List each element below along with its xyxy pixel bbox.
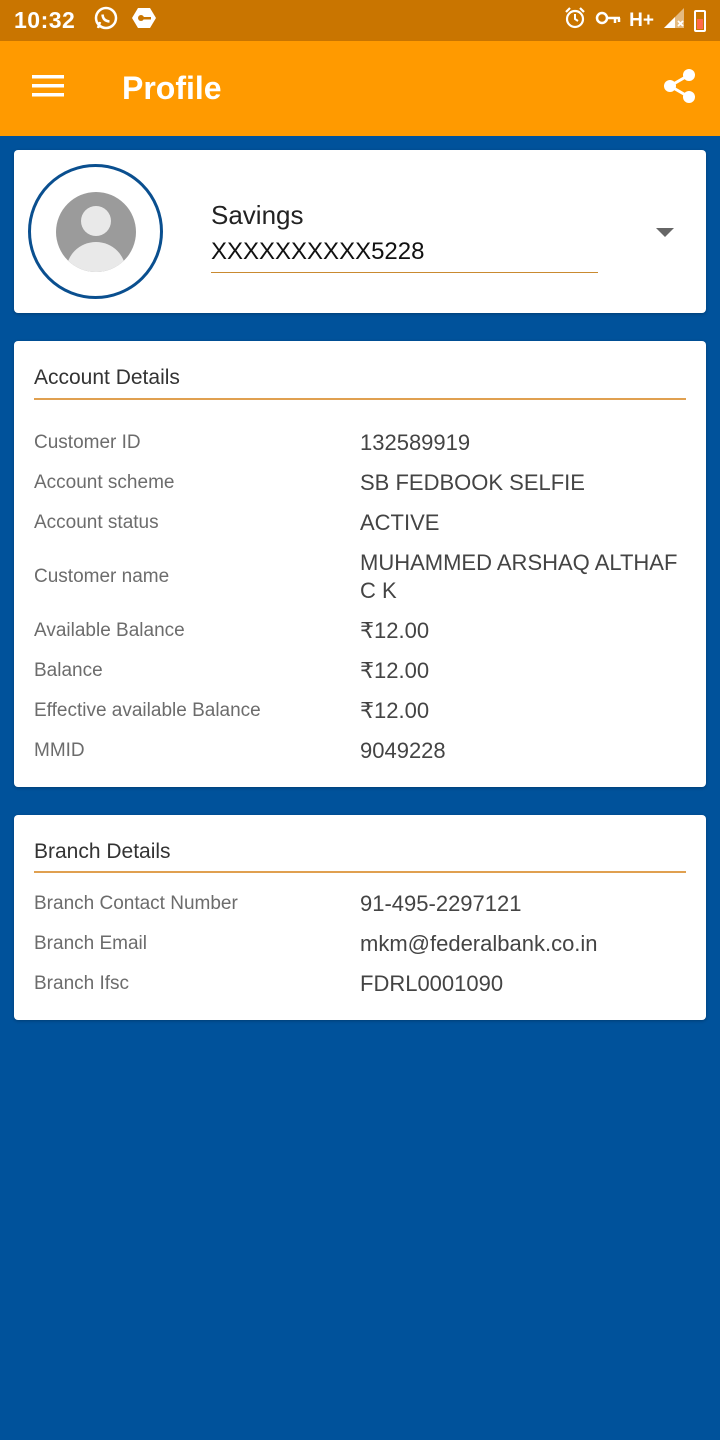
branch-contact-label: Branch Contact Number bbox=[34, 893, 238, 914]
status-time: 10:32 bbox=[14, 7, 76, 33]
effective-balance-label: Effective available Balance bbox=[34, 700, 261, 721]
branch-details-card: Branch Details Branch Contact Number 91-… bbox=[14, 815, 706, 1020]
account-status-value: ACTIVE bbox=[360, 510, 440, 535]
status-right-icons: H+ bbox=[563, 6, 706, 35]
vpn-key-icon bbox=[131, 5, 157, 36]
branch-email-value: mkm@federalbank.co.in bbox=[360, 931, 598, 956]
customer-name-label: Customer name bbox=[34, 566, 170, 587]
hamburger-menu-icon bbox=[31, 73, 65, 104]
account-selector-card: Savings XXXXXXXXXX5228 bbox=[14, 150, 706, 313]
branch-email-label: Branch Email bbox=[34, 933, 147, 954]
customer-id-label: Customer ID bbox=[34, 432, 141, 453]
account-status-label: Account status bbox=[34, 512, 159, 533]
menu-button[interactable] bbox=[0, 41, 96, 136]
share-icon bbox=[663, 68, 697, 109]
network-type: H+ bbox=[629, 9, 654, 31]
mmid-label: MMID bbox=[34, 740, 85, 761]
page-title: Profile bbox=[122, 70, 222, 106]
account-dropdown-button[interactable] bbox=[650, 220, 680, 244]
account-scheme-label: Account scheme bbox=[34, 472, 175, 493]
account-type: Savings bbox=[211, 200, 304, 230]
status-left-icons bbox=[93, 5, 157, 36]
branch-ifsc-value: FDRL0001090 bbox=[360, 971, 504, 996]
battery-icon bbox=[694, 9, 706, 32]
customer-id-value: 132589919 bbox=[360, 430, 471, 455]
avatar[interactable] bbox=[28, 164, 163, 299]
account-scheme-value: SB FEDBOOK SELFIE bbox=[360, 470, 585, 495]
chevron-down-icon bbox=[656, 227, 674, 237]
account-details-title: Account Details bbox=[34, 366, 180, 389]
account-details-card: Account Details Customer ID 132589919 Ac… bbox=[14, 341, 706, 787]
branch-contact-value: 91-495-2297121 bbox=[360, 891, 522, 916]
available-balance-value: ₹12.00 bbox=[360, 618, 430, 643]
user-avatar-icon bbox=[55, 191, 136, 272]
key-icon bbox=[595, 9, 621, 32]
alarm-icon bbox=[563, 6, 587, 35]
balance-label: Balance bbox=[34, 660, 103, 681]
mmid-value: 9049228 bbox=[360, 738, 446, 763]
available-balance-label: Available Balance bbox=[34, 620, 185, 641]
account-number-select[interactable]: XXXXXXXXXX5228 bbox=[211, 238, 598, 273]
effective-balance-value: ₹12.00 bbox=[360, 698, 430, 723]
customer-name-value: MUHAMMED ARSHAQ ALTHAF C K bbox=[360, 550, 678, 603]
section-divider bbox=[34, 871, 686, 873]
signal-icon bbox=[662, 6, 686, 35]
status-bar: 10:32 H+ bbox=[0, 0, 720, 41]
branch-details-title: Branch Details bbox=[34, 840, 171, 863]
section-divider bbox=[34, 398, 686, 400]
branch-ifsc-label: Branch Ifsc bbox=[34, 973, 130, 994]
balance-value: ₹12.00 bbox=[360, 658, 430, 683]
share-button[interactable] bbox=[640, 41, 720, 136]
whatsapp-icon bbox=[93, 5, 119, 36]
app-bar: Profile bbox=[0, 41, 720, 136]
